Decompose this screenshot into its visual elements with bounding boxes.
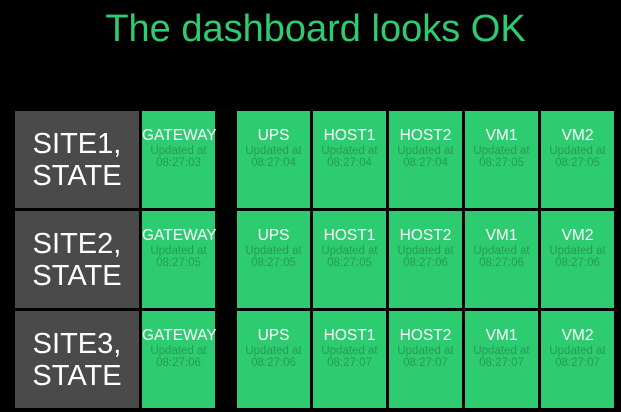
site-label: SITE2, STATE xyxy=(15,211,139,308)
status-tile-host2[interactable]: HOST2 Updated at 08:27:06 xyxy=(389,211,462,308)
tile-updated-time: 08:27:07 xyxy=(479,357,524,369)
tile-name: HOST1 xyxy=(323,327,376,344)
site-label-state: STATE xyxy=(32,359,122,392)
tile-updated-label: Updated at xyxy=(321,145,378,157)
tile-updated-time: 08:27:05 xyxy=(555,157,600,169)
tile-name: VM1 xyxy=(485,327,518,344)
tile-name: VM2 xyxy=(561,127,594,144)
tile-updated-label: Updated at xyxy=(549,345,606,357)
tile-updated-label: Updated at xyxy=(245,245,302,257)
tile-updated-time: 08:27:06 xyxy=(555,257,600,269)
status-tile-ups[interactable]: UPS Updated at 08:27:06 xyxy=(237,311,310,408)
tile-name: VM1 xyxy=(485,127,518,144)
tile-name: HOST2 xyxy=(399,227,452,244)
site-label-name: SITE2, xyxy=(32,227,122,260)
tile-name: UPS xyxy=(257,127,290,144)
status-tile-host2[interactable]: HOST2 Updated at 08:27:04 xyxy=(389,111,462,208)
tile-updated-time: 08:27:04 xyxy=(251,157,296,169)
tile-updated-time: 08:27:04 xyxy=(403,157,448,169)
tile-updated-label: Updated at xyxy=(150,345,207,357)
tile-name: VM1 xyxy=(485,227,518,244)
status-tile-vm2[interactable]: VM2 Updated at 08:27:07 xyxy=(541,311,614,408)
tile-name: UPS xyxy=(257,327,290,344)
tile-updated-label: Updated at xyxy=(150,245,207,257)
tile-updated-time: 08:27:05 xyxy=(156,257,201,269)
tile-updated-label: Updated at xyxy=(473,245,530,257)
status-tile-host1[interactable]: HOST1 Updated at 08:27:05 xyxy=(313,211,386,308)
page-title: The dashboard looks OK xyxy=(105,8,526,50)
tile-name: GATEWAY xyxy=(142,127,217,144)
status-tile-vm2[interactable]: VM2 Updated at 08:27:05 xyxy=(541,111,614,208)
tile-updated-time: 08:27:07 xyxy=(403,357,448,369)
tile-updated-label: Updated at xyxy=(549,245,606,257)
status-tile-host1[interactable]: HOST1 Updated at 08:27:07 xyxy=(313,311,386,408)
tile-updated-label: Updated at xyxy=(150,145,207,157)
tile-updated-time: 08:27:06 xyxy=(403,257,448,269)
site-label: SITE1, STATE xyxy=(15,111,139,208)
status-tile-host2[interactable]: HOST2 Updated at 08:27:07 xyxy=(389,311,462,408)
tile-name: GATEWAY xyxy=(142,327,217,344)
site-label-name: SITE3, xyxy=(32,327,122,360)
tile-updated-label: Updated at xyxy=(321,245,378,257)
status-tile-gateway[interactable]: GATEWAY Updated at 08:27:06 xyxy=(142,311,217,408)
tile-name: HOST2 xyxy=(399,327,452,344)
tile-updated-time: 08:27:05 xyxy=(327,257,372,269)
tile-updated-time: 08:27:07 xyxy=(555,357,600,369)
tile-name: GATEWAY xyxy=(142,227,217,244)
tile-name: VM2 xyxy=(561,227,594,244)
tile-updated-label: Updated at xyxy=(473,145,530,157)
status-tile-ups[interactable]: UPS Updated at 08:27:05 xyxy=(237,211,310,308)
tile-updated-time: 08:27:07 xyxy=(327,357,372,369)
tile-updated-label: Updated at xyxy=(473,345,530,357)
site-row: SITE1, STATE GATEWAY Updated at 08:27:03… xyxy=(15,111,614,208)
site-label-name: SITE1, xyxy=(32,127,122,160)
tile-updated-label: Updated at xyxy=(397,145,454,157)
tile-updated-label: Updated at xyxy=(397,345,454,357)
tile-name: UPS xyxy=(257,227,290,244)
status-tile-vm1[interactable]: VM1 Updated at 08:27:07 xyxy=(465,311,538,408)
tile-updated-label: Updated at xyxy=(245,145,302,157)
tile-name: VM2 xyxy=(561,327,594,344)
status-tile-gateway[interactable]: GATEWAY Updated at 08:27:03 xyxy=(142,111,217,208)
tile-updated-label: Updated at xyxy=(245,345,302,357)
status-tile-vm1[interactable]: VM1 Updated at 08:27:06 xyxy=(465,211,538,308)
status-tile-host1[interactable]: HOST1 Updated at 08:27:04 xyxy=(313,111,386,208)
site-label: SITE3, STATE xyxy=(15,311,139,408)
tile-updated-time: 08:27:06 xyxy=(251,357,296,369)
site-row: SITE2, STATE GATEWAY Updated at 08:27:05… xyxy=(15,211,614,308)
site-label-state: STATE xyxy=(32,159,122,192)
tile-updated-time: 08:27:06 xyxy=(479,257,524,269)
tile-updated-label: Updated at xyxy=(549,145,606,157)
tile-name: HOST1 xyxy=(323,227,376,244)
site-row: SITE3, STATE GATEWAY Updated at 08:27:06… xyxy=(15,311,614,408)
tile-updated-time: 08:27:03 xyxy=(156,157,201,169)
tile-name: HOST1 xyxy=(323,127,376,144)
status-tile-ups[interactable]: UPS Updated at 08:27:04 xyxy=(237,111,310,208)
status-tile-vm1[interactable]: VM1 Updated at 08:27:05 xyxy=(465,111,538,208)
status-tile-vm2[interactable]: VM2 Updated at 08:27:06 xyxy=(541,211,614,308)
tile-updated-time: 08:27:05 xyxy=(251,257,296,269)
tile-updated-label: Updated at xyxy=(321,345,378,357)
tile-updated-time: 08:27:05 xyxy=(479,157,524,169)
tile-updated-label: Updated at xyxy=(397,245,454,257)
site-label-state: STATE xyxy=(32,259,122,292)
tile-updated-time: 08:27:04 xyxy=(327,157,372,169)
status-tile-gateway[interactable]: GATEWAY Updated at 08:27:05 xyxy=(142,211,217,308)
tile-name: HOST2 xyxy=(399,127,452,144)
tile-updated-time: 08:27:06 xyxy=(156,357,201,369)
